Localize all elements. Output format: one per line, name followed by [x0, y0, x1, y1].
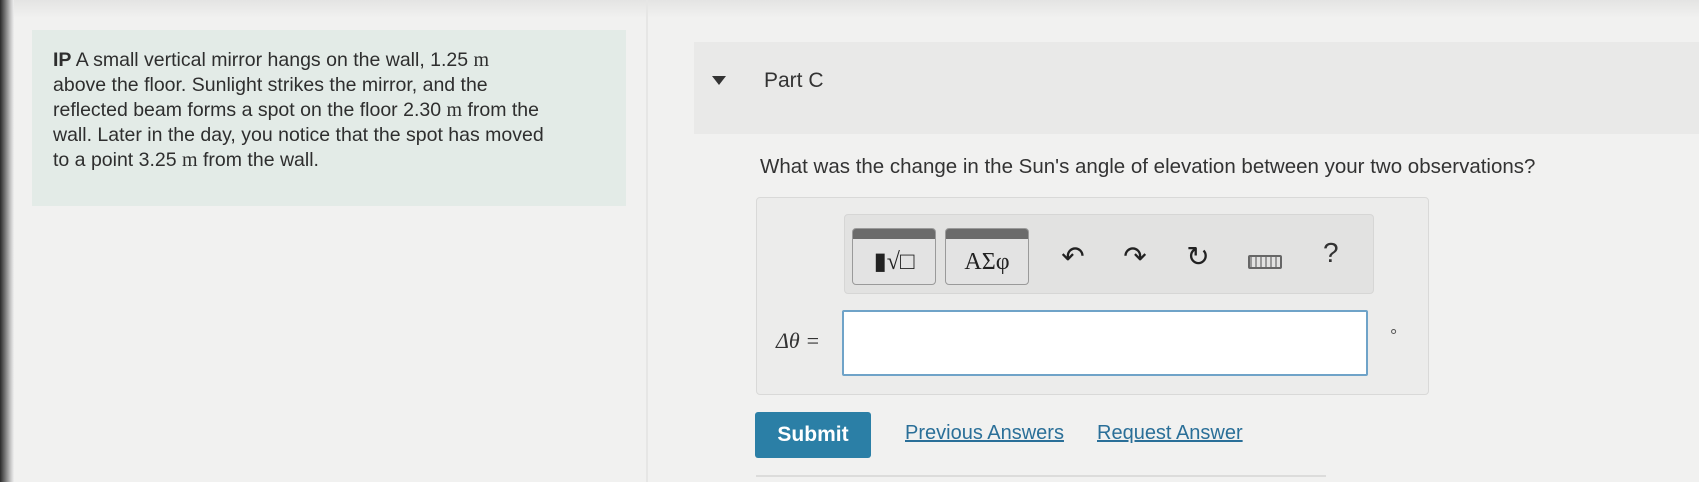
column-divider: [646, 0, 648, 482]
templates-button[interactable]: ▮√□: [852, 228, 936, 285]
collapse-caret-icon[interactable]: [712, 76, 726, 85]
greek-symbols-button[interactable]: ΑΣφ: [945, 228, 1029, 285]
problem-line-2: above the floor. Sunlight strikes the mi…: [53, 74, 488, 96]
unit-m-1: m: [473, 49, 490, 71]
unit-m-2: m: [446, 99, 463, 121]
help-icon[interactable]: ?: [1323, 237, 1339, 269]
bottom-divider: [756, 475, 1326, 477]
unit-m-3: m: [182, 149, 198, 171]
problem-line-4: wall. Later in the day, you notice that …: [53, 124, 544, 146]
redo-icon[interactable]: ↷: [1115, 237, 1155, 277]
ip-badge: IP: [53, 49, 72, 71]
reset-icon[interactable]: ↻: [1178, 237, 1218, 277]
math-toolbar: ▮√□ ΑΣφ ↶ ↷ ↻ ?: [844, 214, 1374, 294]
keyboard-icon[interactable]: [1248, 255, 1282, 269]
problem-statement: IP A small vertical mirror hangs on the …: [32, 30, 626, 206]
answer-label: Δθ =: [776, 328, 821, 353]
problem-line-3b: from the: [462, 99, 539, 121]
undo-icon[interactable]: ↶: [1053, 237, 1093, 277]
request-answer-link[interactable]: Request Answer: [1097, 422, 1243, 445]
part-title[interactable]: Part C: [764, 69, 824, 93]
part-header[interactable]: [694, 42, 1699, 134]
problem-line-3a: reflected beam forms a spot on the floor…: [53, 99, 447, 121]
question-text: What was the change in the Sun's angle o…: [760, 155, 1536, 178]
answer-input[interactable]: [842, 310, 1368, 376]
problem-line-5a: to a point 3.25: [53, 149, 183, 171]
problem-line-5b: from the wall.: [197, 149, 319, 171]
degree-unit: °: [1390, 326, 1398, 346]
submit-button[interactable]: Submit: [755, 412, 871, 458]
window-edge-shadow: [0, 0, 14, 482]
problem-line-1: A small vertical mirror hangs on the wal…: [71, 49, 474, 71]
previous-answers-link[interactable]: Previous Answers: [905, 422, 1064, 445]
top-strip: [14, 0, 1699, 18]
